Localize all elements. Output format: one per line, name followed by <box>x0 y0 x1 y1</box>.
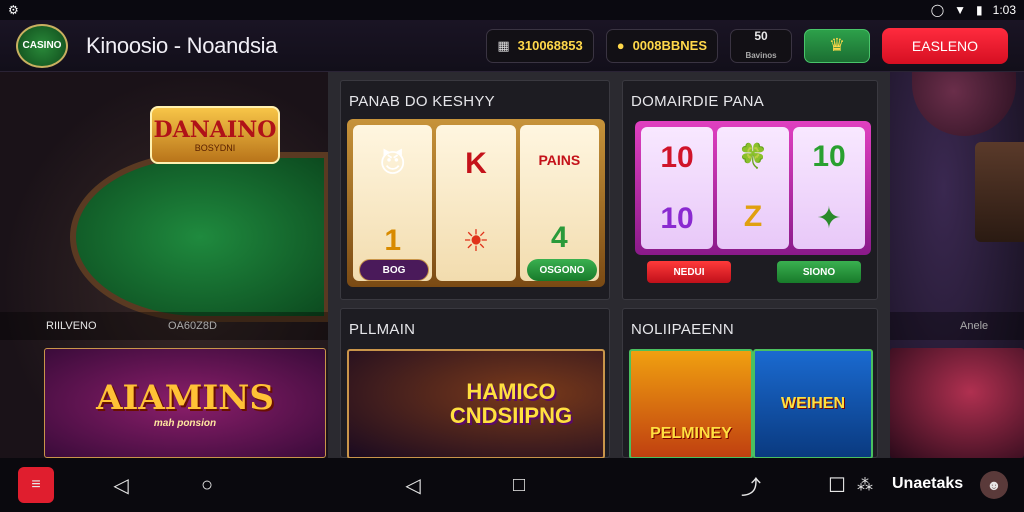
scatter-icon[interactable]: ⁂ <box>850 470 880 500</box>
top-header: CASINO Kinoosio - Noandsia ▦ 310068853 ●… <box>0 20 1024 72</box>
slot-card-1[interactable]: PANAB DO KESHYY 😈 1 K ☀ PAINS 4 BOG OSGONO <box>340 80 610 300</box>
reel-symbol: PAINS <box>538 151 581 168</box>
left-label-value: OA60Z8D <box>168 320 217 332</box>
coin-icon: ● <box>616 38 625 53</box>
level-badge[interactable]: 50 Bavinos <box>730 28 792 63</box>
poker-table-image <box>70 152 330 322</box>
reel: 10 ✦ <box>793 127 865 249</box>
reel-symbol: ☀ <box>462 225 490 259</box>
casino-sign-text: DANAINO <box>153 117 277 143</box>
slot-card-1-title: PANAB DO KESHYY <box>349 93 495 110</box>
promo-card-1-text: HAMICO CNDSIIPNG <box>449 379 573 428</box>
reel-symbol: 10 <box>660 201 694 235</box>
promo-banner-left[interactable]: AIAMINS mah ponsion <box>44 348 326 458</box>
promo-banner-right[interactable] <box>890 348 1024 458</box>
wifi-icon: ▼ <box>954 3 967 17</box>
slot-card-2-title: DOMAIRDIE PANA <box>631 93 765 110</box>
promo-card-2-title: NOLIIPAEENN <box>631 321 735 338</box>
reel-symbol: 10 <box>812 140 846 174</box>
level-label: Bavinos <box>745 50 777 60</box>
reel-symbol: Z <box>743 200 763 234</box>
app-drawer-button[interactable]: ≡ <box>18 467 54 503</box>
signin-button[interactable]: EASLENO <box>882 27 1008 64</box>
profile-icon[interactable]: ☻ <box>980 471 1008 499</box>
logo-text: CASINO <box>22 40 62 51</box>
slot-2-chip-right[interactable]: SIONO <box>777 261 861 283</box>
app-logo[interactable]: CASINO <box>16 23 68 68</box>
slot-1-chip-left[interactable]: BOG <box>359 259 429 281</box>
reel: 10 10 <box>641 127 713 249</box>
slot-2-chip-left[interactable]: NEDUI <box>647 261 731 283</box>
treasure-button[interactable]: ♛ <box>804 28 870 63</box>
reel-symbol: K <box>465 146 487 180</box>
casino-sign: DANAINO BOSYDNI <box>150 106 280 164</box>
slot-reels-2: 10 10 🍀 Z 10 ✦ <box>635 121 871 255</box>
casino-sign-sub: BOSYDNI <box>194 143 236 153</box>
balance-button-2[interactable]: ● 0008BBNES <box>605 28 718 63</box>
reel: PAINS 4 <box>519 125 599 281</box>
promo-card-2-image-right: WEIHEN <box>753 349 873 458</box>
back-icon[interactable]: ◁ <box>106 470 136 500</box>
right-label-bar <box>890 312 1024 340</box>
reel-symbol: 🍀 <box>738 142 768 170</box>
games-panel: PANAB DO KESHYY 😈 1 K ☀ PAINS 4 BOG OSGONO … <box>328 72 890 458</box>
reel-symbol: 😈 <box>379 147 407 178</box>
recents-icon[interactable]: □ <box>504 470 534 500</box>
balance-2-value: 0008BBNES <box>632 38 707 53</box>
right-label: Anele <box>960 320 989 332</box>
status-bar: ⚙ ◯ ▼ ▮ 1:03 <box>0 0 1024 20</box>
balance-button-1[interactable]: ▦ 310068853 <box>486 28 594 63</box>
left-label: RIILVENO <box>46 320 97 332</box>
balance-1-value: 310068853 <box>517 38 583 53</box>
slot-machine-image-right <box>975 142 1024 242</box>
slot-1-chip-right[interactable]: OSGONO <box>527 259 597 281</box>
promo-card-1-image: HAMICO CNDSIIPNG <box>347 349 605 458</box>
wallet-icon: ▦ <box>497 37 510 53</box>
back-icon-2[interactable]: ◁ <box>398 470 428 500</box>
status-time: 1:03 <box>992 3 1016 17</box>
slot-card-2[interactable]: DOMAIRDIE PANA 10 10 🍀 Z 10 ✦ NEDUI SIONO <box>622 80 878 300</box>
share-icon[interactable]: ⤴ <box>736 470 766 500</box>
level-value: 50 <box>754 28 768 43</box>
treasure-icon: ♛ <box>828 35 846 55</box>
app-title: Kinoosio - Noandsia <box>86 32 278 58</box>
promo-card-2-text-right: WEIHEN <box>781 395 845 412</box>
headset-icon: ◯ <box>930 3 945 17</box>
reel-symbol: 1 <box>384 224 401 258</box>
reel-symbol: 4 <box>550 220 568 254</box>
header-actions: ▦ 310068853 ● 0008BBNES 50 Bavinos ♛ EAS… <box>486 27 1008 64</box>
reel-symbol: 10 <box>660 140 694 174</box>
promo-left-sub: mah ponsion <box>153 417 217 429</box>
reel: 🍀 Z <box>717 127 789 249</box>
reel-symbol: ✦ <box>816 201 842 235</box>
bottom-navbar: ≡ ◁ ○ ◁ □ ⤴ ☐ ⁂ Unaetaks ☻ <box>0 458 1024 512</box>
main-area: DANAINO BOSYDNI RIILVENO OA60Z8D AIAMINS… <box>0 72 1024 458</box>
home-icon[interactable]: ○ <box>192 470 222 500</box>
reel: 😈 1 <box>353 125 433 281</box>
reel: K ☀ <box>436 125 516 281</box>
promo-left-text: AIAMINS <box>96 377 274 418</box>
promo-card-1[interactable]: PLLMAIN HAMICO CNDSIIPNG <box>340 308 610 458</box>
battery-icon: ▮ <box>976 3 983 17</box>
promo-card-2[interactable]: NOLIIPAEENN PELMINEY WEIHEN <box>622 308 878 458</box>
promo-card-1-title: PLLMAIN <box>349 321 416 338</box>
settings-status-icon: ⚙ <box>8 3 19 17</box>
promo-card-2-text-left: PELMINEY <box>650 425 732 442</box>
checkbox-icon[interactable]: ☐ <box>822 470 852 500</box>
navbar-brand: Unaetaks <box>892 475 964 492</box>
promo-card-2-image-left: PELMINEY <box>629 349 753 458</box>
